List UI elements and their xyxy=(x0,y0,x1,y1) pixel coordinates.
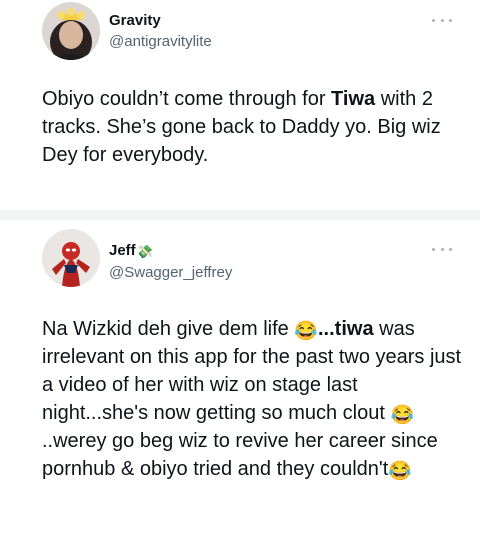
tweet-card[interactable]: Gravity @antigravitylite Obiyo couldn’t … xyxy=(0,0,480,208)
tweet-text: Na Wizkid deh give dem life 😂...tiwa was… xyxy=(42,315,462,483)
tweet-text-bold: ...tiwa xyxy=(318,318,374,340)
display-name-text: Jeff xyxy=(109,242,136,259)
display-name[interactable]: Jeff💸 xyxy=(109,242,153,260)
tweet-text-part: Obiyo couldn’t come through for xyxy=(42,88,332,110)
more-dots-icon[interactable] xyxy=(432,244,452,254)
money-wings-emoji-icon: 💸 xyxy=(136,244,153,259)
tweet-text-bold: Tiwa xyxy=(331,88,376,110)
laughing-emoji-icon: 😂 xyxy=(294,321,318,342)
display-name[interactable]: Gravity xyxy=(109,12,161,29)
avatar[interactable] xyxy=(42,2,100,60)
avatar-image xyxy=(42,229,100,287)
laughing-emoji-icon: 😂 xyxy=(388,461,412,482)
tweet-card[interactable]: Jeff💸 @Swagger_jeffrey Na Wizkid deh giv… xyxy=(0,222,480,534)
tweet-text-part: Na Wizkid deh give dem life xyxy=(42,318,295,340)
more-dots-icon[interactable] xyxy=(432,15,452,25)
avatar-image xyxy=(42,2,100,60)
tweet-text: Obiyo couldn’t come through for Tiwa wit… xyxy=(42,85,462,169)
avatar[interactable] xyxy=(42,229,100,287)
user-handle[interactable]: @antigravitylite xyxy=(109,33,212,50)
tweet-divider xyxy=(0,210,480,220)
user-handle[interactable]: @Swagger_jeffrey xyxy=(109,264,232,281)
tweet-text-part: ..werey go beg wiz to revive her career … xyxy=(42,430,438,480)
laughing-emoji-icon: 😂 xyxy=(390,405,415,426)
